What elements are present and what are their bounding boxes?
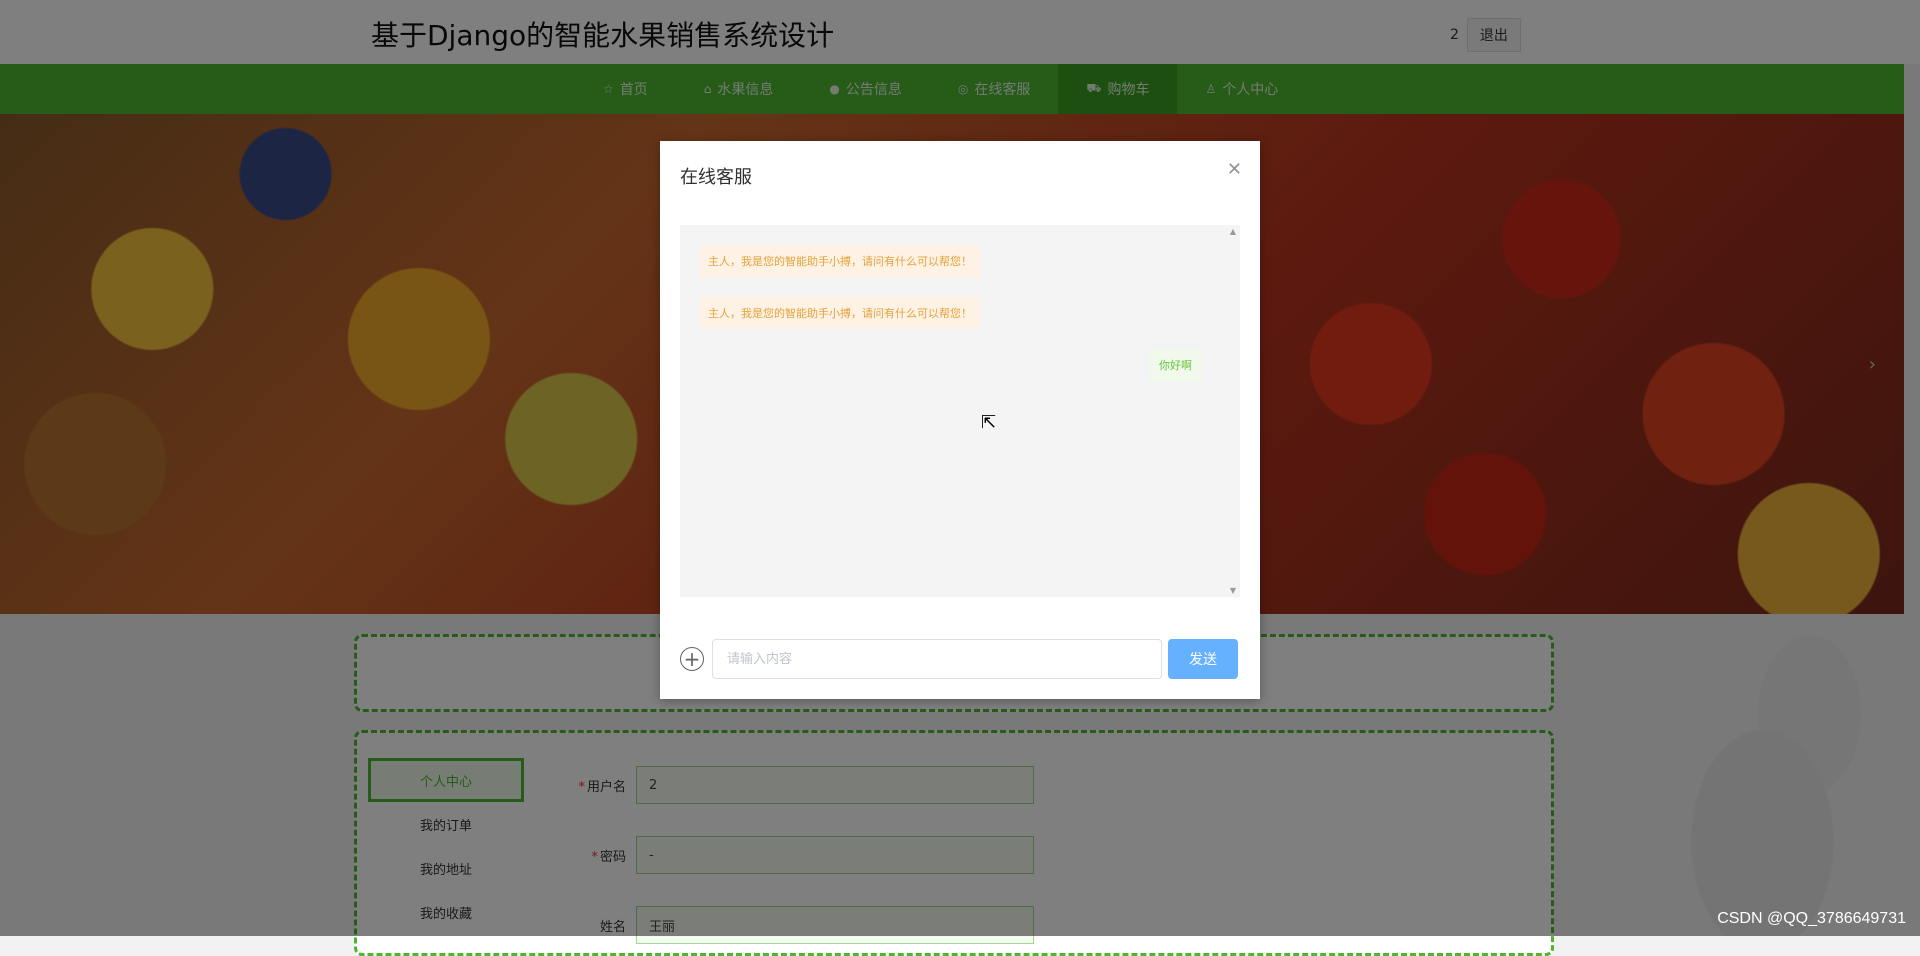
mouse-cursor-icon: ⇱	[981, 412, 997, 433]
chat-history[interactable]: ▲ 主人，我是您的智能助手小搏，请问有什么可以帮您！ 主人，我是您的智能助手小搏…	[680, 225, 1240, 597]
scroll-down-arrow-icon[interactable]: ▼	[1230, 586, 1236, 595]
watermark-text: CSDN @QQ_3786649731	[1717, 910, 1906, 927]
chat-input-row: + 发送	[680, 639, 1240, 679]
close-icon[interactable]: ✕	[1227, 159, 1242, 180]
dialog-title: 在线客服	[680, 167, 752, 188]
chat-message-user: 你好啊	[1149, 349, 1202, 381]
plus-circle-icon[interactable]: +	[680, 647, 704, 671]
send-button[interactable]: 发送	[1168, 639, 1238, 679]
chat-message-bot: 主人，我是您的智能助手小搏，请问有什么可以帮您！	[700, 245, 980, 277]
chat-message-bot: 主人，我是您的智能助手小搏，请问有什么可以帮您！	[700, 297, 980, 329]
chat-message-input[interactable]	[712, 639, 1162, 679]
online-service-dialog: 在线客服 ✕ ▲ 主人，我是您的智能助手小搏，请问有什么可以帮您！ 主人，我是您…	[660, 141, 1260, 699]
scroll-up-arrow-icon[interactable]: ▲	[1230, 227, 1236, 236]
